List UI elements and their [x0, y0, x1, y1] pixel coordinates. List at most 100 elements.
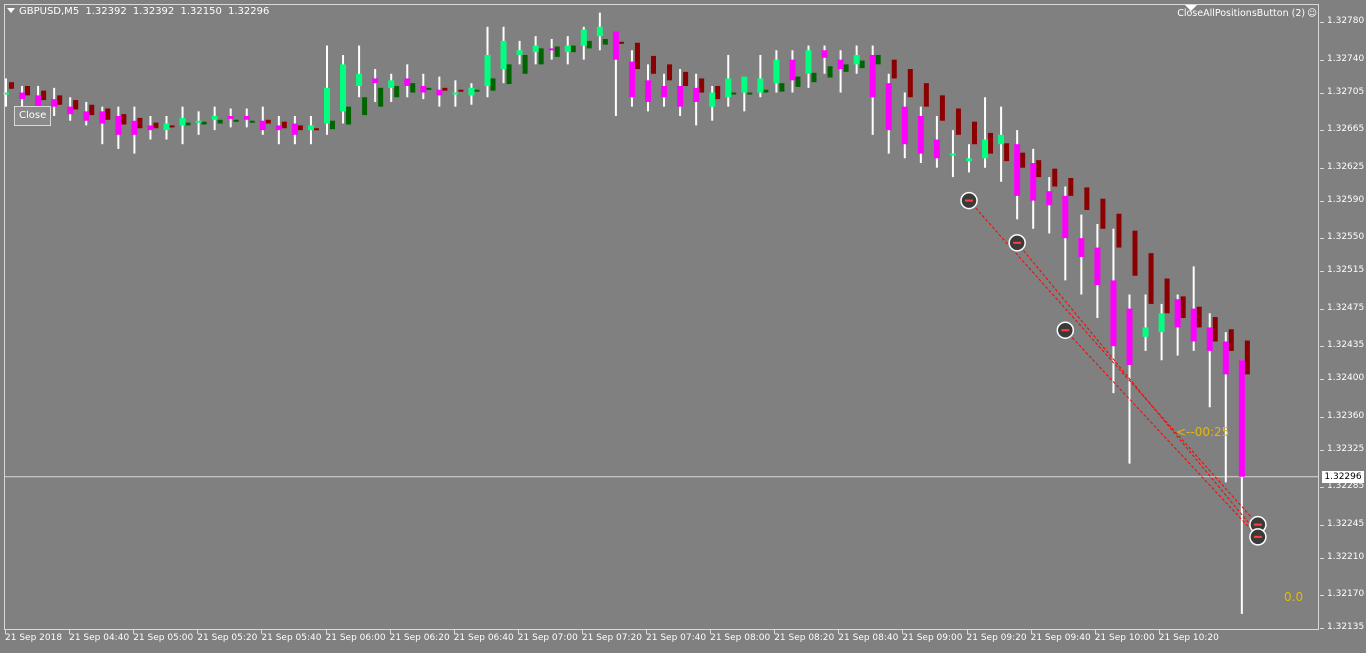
price-tick-label: 1.32285	[1327, 481, 1365, 492]
price-tick	[1320, 557, 1324, 559]
indicator-value: 0.0	[1284, 590, 1304, 604]
candle-body	[195, 120, 202, 123]
candle-body	[677, 85, 684, 107]
close-button[interactable]: Close	[14, 106, 52, 126]
price-tick-label: 1.32625	[1327, 161, 1365, 172]
price-tick-label: 1.32170	[1327, 589, 1365, 600]
heiken-ashi-bar	[105, 108, 111, 120]
heiken-ashi-bar	[313, 128, 319, 131]
candle-body	[420, 85, 427, 93]
time-tick-label: 21 Sep 2018	[5, 633, 63, 643]
candle-body	[1126, 308, 1133, 365]
price-tick-label: 1.32360	[1327, 410, 1365, 421]
candle-body	[35, 95, 42, 107]
heiken-ashi-bar	[265, 119, 271, 124]
chevron-down-icon[interactable]	[7, 8, 15, 13]
price-tick	[1320, 22, 1324, 24]
heiken-ashi-bar	[811, 72, 817, 83]
candle-body	[291, 123, 298, 135]
price-tick-label: 1.32135	[1327, 622, 1365, 632]
heiken-ashi-bar	[217, 119, 223, 124]
heiken-ashi-bar	[89, 104, 95, 116]
heiken-ashi-bar	[185, 122, 191, 126]
candle-body	[1142, 327, 1149, 337]
ohlc-close: 1.32296	[228, 6, 270, 17]
candle-body	[484, 54, 491, 86]
time-tick-label: 21 Sep 10:20	[1158, 633, 1219, 643]
heiken-ashi-bar	[442, 87, 448, 91]
candle-body	[1206, 327, 1213, 351]
heiken-ashi-bar	[394, 85, 400, 98]
heiken-ashi-bar	[1068, 178, 1074, 196]
heiken-ashi-bar	[763, 89, 769, 93]
heiken-ashi-bar	[634, 42, 640, 70]
heiken-ashi-bar	[651, 55, 656, 74]
price-tick	[1320, 416, 1324, 418]
heiken-ashi-bar	[378, 87, 384, 107]
candle-body	[324, 87, 330, 124]
heiken-ashi-bar	[249, 120, 255, 123]
heiken-ashi-bar	[827, 66, 833, 78]
price-tick-label: 1.32705	[1327, 86, 1365, 97]
candle-body	[259, 120, 266, 131]
price-tick	[1320, 271, 1324, 273]
price-tick	[1320, 449, 1324, 451]
time-tick-label: 21 Sep 07:00	[517, 633, 578, 643]
candle-body	[131, 120, 138, 135]
heiken-ashi-bar	[570, 45, 576, 53]
candle-body	[468, 87, 475, 96]
candle-body	[548, 48, 555, 51]
price-tick	[1320, 200, 1324, 202]
heiken-ashi-bar	[538, 48, 544, 65]
candle-body	[179, 117, 186, 126]
heiken-ashi-bar	[458, 89, 464, 92]
heiken-ashi-bar	[988, 132, 994, 154]
time-tick-label: 21 Sep 05:40	[261, 633, 322, 643]
candle-body	[773, 59, 780, 84]
ohlc-low: 1.32150	[180, 6, 222, 17]
heiken-ashi-bar	[1148, 253, 1154, 304]
candle-body	[645, 80, 651, 102]
symbol-label: GBPUSD,M5	[19, 6, 80, 17]
chart-window[interactable]: GBPUSD,M5 1.32392 1.32392 1.32150 1.3229…	[0, 0, 1366, 653]
candle-body	[966, 158, 972, 162]
candle-body	[404, 78, 411, 86]
price-tick-label: 1.32325	[1327, 443, 1365, 454]
time-tick-label: 21 Sep 07:20	[581, 633, 642, 643]
candle-body	[885, 83, 892, 131]
price-tick-label: 1.32740	[1327, 53, 1365, 64]
candle-body	[628, 61, 635, 98]
heiken-ashi-bar	[859, 60, 865, 69]
smiley-icon[interactable]: ☺	[1307, 8, 1317, 19]
heiken-ashi-bar	[41, 90, 47, 101]
heiken-ashi-bar	[1132, 230, 1138, 276]
candle-body	[917, 116, 924, 154]
candle-body	[1062, 195, 1069, 239]
heiken-ashi-bar	[618, 41, 624, 44]
candlestick-chart[interactable]	[0, 0, 1366, 653]
time-tick-label: 21 Sep 05:00	[133, 633, 194, 643]
trade-line	[1016, 242, 1259, 535]
ohlc-high: 1.32392	[132, 6, 175, 17]
time-tick-label: 21 Sep 06:40	[453, 633, 514, 643]
candle-body	[340, 64, 347, 112]
expert-advisor-name: CloseAllPositionsButton (2)	[1177, 8, 1306, 19]
candle-body	[901, 106, 908, 145]
time-tick-label: 21 Sep 05:20	[197, 633, 258, 643]
price-tick	[1320, 628, 1324, 629]
candle-body	[741, 76, 748, 93]
candle-body	[1078, 238, 1085, 257]
heiken-ashi-bar	[153, 122, 159, 129]
heiken-ashi-bar	[490, 78, 496, 91]
heiken-ashi-bar	[281, 121, 287, 129]
candle-body	[564, 45, 571, 53]
time-tick-label: 21 Sep 09:20	[966, 633, 1027, 643]
heiken-ashi-bar	[474, 89, 480, 92]
candle-body	[853, 54, 860, 65]
heiken-ashi-bar	[1196, 306, 1202, 328]
heiken-ashi-bar	[57, 95, 63, 105]
candle-body	[163, 123, 170, 131]
candle-body	[532, 45, 539, 53]
heiken-ashi-bar	[747, 92, 753, 95]
candle-body	[1190, 308, 1197, 342]
